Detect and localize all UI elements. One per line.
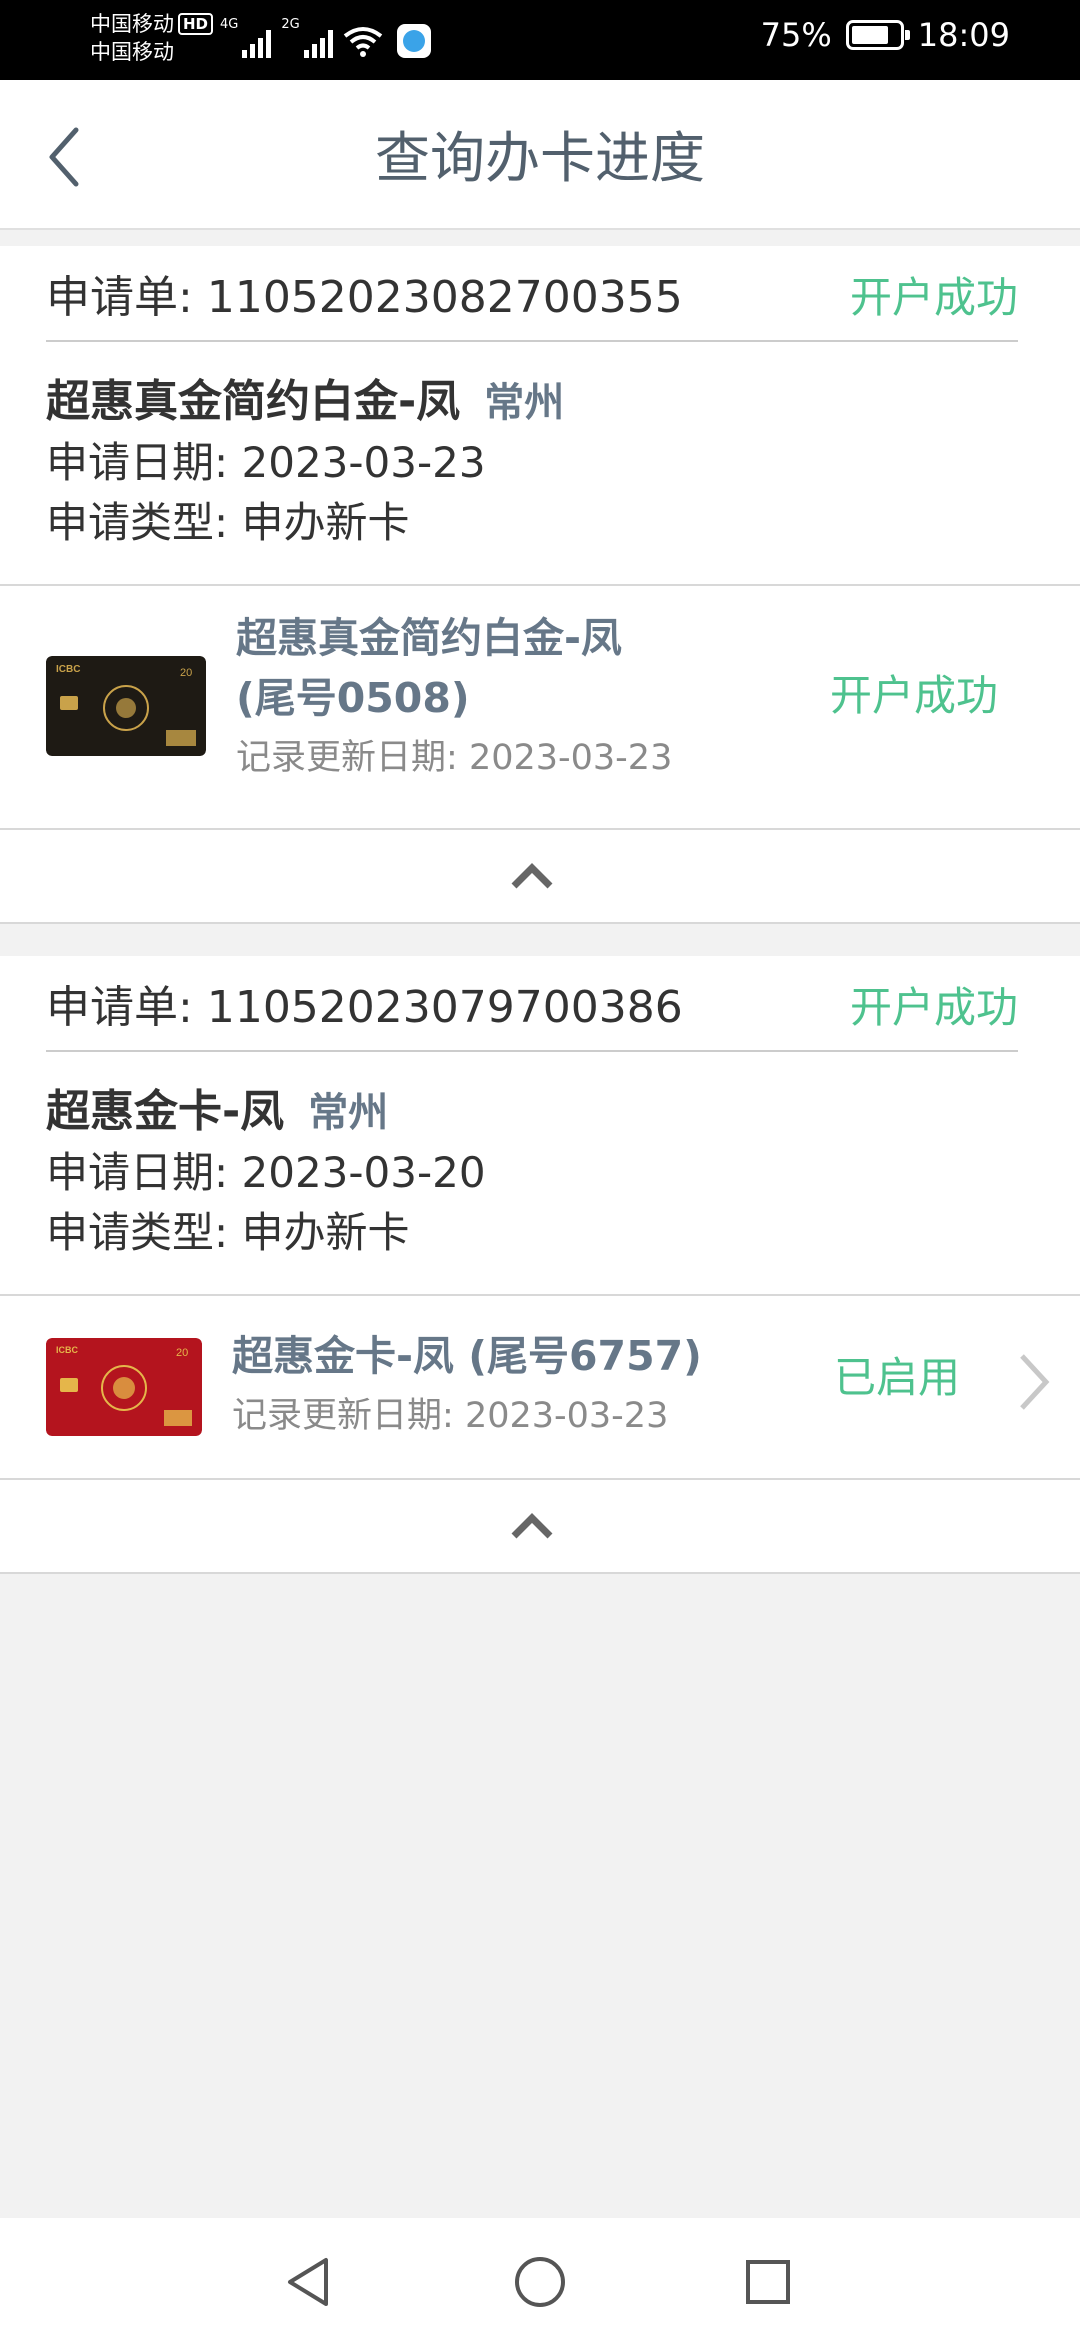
battery-icon — [845, 20, 910, 50]
apply-type-label: 申请类型: — [46, 1208, 229, 1257]
chevron-up-icon[interactable] — [510, 1510, 554, 1540]
status-right: 75% 18:09 — [761, 16, 1010, 54]
application-label: 申请单: — [46, 272, 193, 323]
card-row-2[interactable]: ICBC 20 超惠金卡-凤 (尾号6757) 记录更新日期: 2023-03-… — [0, 1296, 1080, 1478]
apply-type-label: 申请类型: — [46, 498, 229, 547]
card-status: 开户成功 — [829, 671, 998, 720]
card-update-date: 记录更新日期: 2023-03-23 — [236, 728, 672, 788]
apply-type-value: 申办新卡 — [241, 498, 410, 547]
clock: 18:09 — [917, 16, 1010, 54]
application-number-value: 11052023079700386 — [206, 982, 683, 1033]
carrier-label-2: 中国移动 — [90, 40, 174, 64]
chevron-up-icon[interactable] — [510, 860, 554, 890]
system-navigation-bar — [0, 2218, 1080, 2340]
hd-badge: HD — [178, 13, 214, 35]
application-card-2: 申请单: 11052023079700386 开户成功 超惠金卡-凤 常州 申请日… — [0, 956, 1080, 1296]
carrier-label-1: 中国移动 — [90, 12, 174, 36]
application-info: 超惠真金简约白金-凤 常州 申请日期: 2023-03-23 申请类型: 申办新卡 — [46, 372, 564, 553]
card-status: 已启用 — [833, 1353, 960, 1402]
credit-card-image: ICBC 20 — [46, 656, 206, 756]
card-city: 常州 — [484, 380, 565, 426]
apply-date-label: 申请日期: — [46, 1148, 229, 1197]
application-card-1: 申请单: 11052023082700355 开户成功 超惠真金简约白金-凤 常州… — [0, 246, 1080, 586]
apply-type-line: 申请类型: 申办新卡 — [46, 1203, 486, 1263]
update-date: 2023-03-23 — [464, 1396, 669, 1436]
application-number: 申请单: 11052023082700355 — [46, 268, 683, 328]
application-number: 申请单: 11052023079700386 — [46, 978, 683, 1038]
application-status: 开户成功 — [849, 983, 1018, 1032]
application-info: 超惠金卡-凤 常州 申请日期: 2023-03-20 申请类型: 申办新卡 — [46, 1082, 486, 1263]
page-title: 查询办卡进度 — [374, 126, 705, 190]
card-update-date: 记录更新日期: 2023-03-23 — [232, 1386, 702, 1446]
collapse-toggle-1[interactable] — [0, 830, 1080, 924]
svg-text:ICBC: ICBC — [56, 1345, 78, 1355]
network-icons: 4G 2G — [220, 18, 431, 58]
battery-percent: 75% — [760, 16, 832, 54]
svg-text:20: 20 — [180, 667, 192, 679]
carrier-info: 中国移动 HD 中国移动 — [90, 10, 214, 66]
apply-type-value: 申办新卡 — [241, 1208, 410, 1257]
svg-text:20: 20 — [176, 1347, 188, 1359]
card-name-line: 超惠金卡-凤 常州 — [46, 1082, 486, 1143]
apply-date-value: 2023-03-20 — [241, 1148, 486, 1197]
card-row-name-1: 超惠金卡-凤 (尾号6757) — [232, 1332, 702, 1380]
application-header: 申请单: 11052023082700355 开户成功 — [46, 246, 1018, 342]
application-number-value: 11052023082700355 — [206, 272, 683, 323]
triangle-back-icon[interactable] — [280, 2252, 340, 2312]
nav-header: 查询办卡进度 — [0, 80, 1080, 230]
application-status: 开户成功 — [849, 273, 1018, 322]
apply-date-label: 申请日期: — [46, 438, 229, 487]
application-label: 申请单: — [46, 982, 193, 1033]
svg-text:ICBC: ICBC — [56, 664, 80, 675]
app-status-icon — [396, 24, 431, 58]
apply-date-value: 2023-03-23 — [241, 438, 486, 487]
status-bar: 中国移动 HD 中国移动 4G 2G 75% 18:09 — [0, 0, 1080, 80]
card-name: 超惠真金简约白金-凤 — [46, 376, 461, 427]
circle-home-icon[interactable] — [510, 2252, 570, 2312]
card-row-text: 超惠金卡-凤 (尾号6757) 记录更新日期: 2023-03-23 — [232, 1326, 702, 1446]
update-date: 2023-03-23 — [468, 738, 673, 778]
square-recents-icon[interactable] — [738, 2252, 798, 2312]
update-label: 记录更新日期: — [236, 738, 458, 778]
signal-icon-2 — [303, 26, 333, 58]
card-name-line: 超惠真金简约白金-凤 常州 — [46, 372, 564, 433]
net-tag-4g: 4G — [220, 17, 239, 32]
card-name: 超惠金卡-凤 — [46, 1086, 285, 1137]
chevron-right-icon[interactable] — [1014, 1350, 1054, 1414]
credit-card-image: ICBC 20 — [46, 1338, 202, 1436]
card-row-1[interactable]: ICBC 20 超惠真金简约白金-凤 (尾号0508) 记录更新日期: 2023… — [0, 586, 1080, 828]
card-city: 常州 — [308, 1090, 389, 1136]
signal-icon — [242, 26, 272, 58]
apply-date-line: 申请日期: 2023-03-23 — [46, 433, 564, 493]
application-header: 申请单: 11052023079700386 开户成功 — [46, 956, 1018, 1052]
update-label: 记录更新日期: — [232, 1396, 454, 1436]
wifi-icon — [343, 27, 382, 57]
apply-type-line: 申请类型: 申办新卡 — [46, 493, 564, 553]
card-row-text: 超惠真金简约白金-凤 (尾号0508) 记录更新日期: 2023-03-23 — [236, 608, 672, 788]
card-row-name-2: (尾号0508) — [236, 674, 470, 722]
net-tag-2g: 2G — [281, 17, 300, 32]
apply-date-line: 申请日期: 2023-03-20 — [46, 1143, 486, 1203]
collapse-toggle-2[interactable] — [0, 1480, 1080, 1574]
card-row-name-1: 超惠真金简约白金-凤 — [236, 614, 623, 662]
